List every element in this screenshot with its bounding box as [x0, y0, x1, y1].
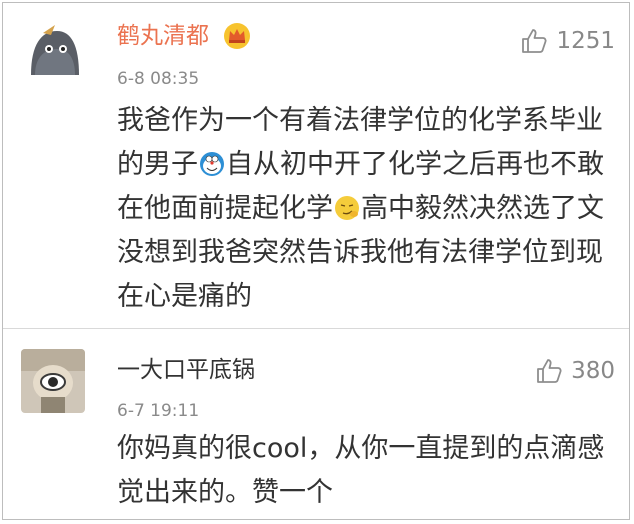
text-line: 我爸作为一个有着法律学位的化学系毕业 — [117, 105, 603, 136]
text-line: 的男子 自从初中开了化学之后再也不敢 — [117, 149, 604, 180]
like-button[interactable]: 380 — [535, 357, 615, 385]
timestamp: 6-8 08:35 — [117, 69, 200, 89]
avatar[interactable] — [21, 349, 85, 413]
like-count: 1251 — [556, 28, 615, 54]
thumbs-up-icon — [522, 29, 547, 53]
username[interactable]: 鹤丸清都 — [117, 21, 209, 51]
comment-text: 我爸作为一个有着法律学位的化学系毕业 的男子 自从初中开了化学之后再也不敢 在他面… — [117, 99, 617, 319]
thumbs-up-icon — [537, 359, 562, 383]
doraemon-emoji-icon — [200, 152, 224, 176]
timestamp: 6-7 19:11 — [117, 401, 200, 421]
smirk-emoji-icon — [335, 196, 359, 220]
comment-text: 你妈真的很cool，从你一直提到的点滴感 觉出来的。赞一个 — [117, 427, 617, 515]
comment-item: 一大口平底锅 380 6-7 19:11 你妈真的很cool，从你一直提到的点滴… — [3, 329, 629, 521]
text-line: 觉出来的。赞一个 — [117, 477, 333, 508]
comment-item: 鹤丸清都 1251 6-8 08:35 我爸作为一个有着法律学位的化学系毕业 的… — [3, 3, 629, 328]
like-count: 380 — [571, 358, 615, 384]
text-line: 你妈真的很cool，从你一直提到的点滴感 — [117, 433, 605, 464]
text-line: 在他面前提起化学 高中毅然决然选了文 — [117, 193, 604, 224]
avatar[interactable] — [21, 19, 85, 83]
text-line: 在心是痛的 — [117, 281, 252, 312]
crown-icon — [223, 22, 251, 50]
like-button[interactable]: 1251 — [520, 27, 615, 55]
text-line: 没想到我爸突然告诉我他有法律学位到现 — [117, 237, 603, 268]
username[interactable]: 一大口平底锅 — [117, 355, 255, 385]
comment-list: 鹤丸清都 1251 6-8 08:35 我爸作为一个有着法律学位的化学系毕业 的… — [2, 2, 630, 520]
